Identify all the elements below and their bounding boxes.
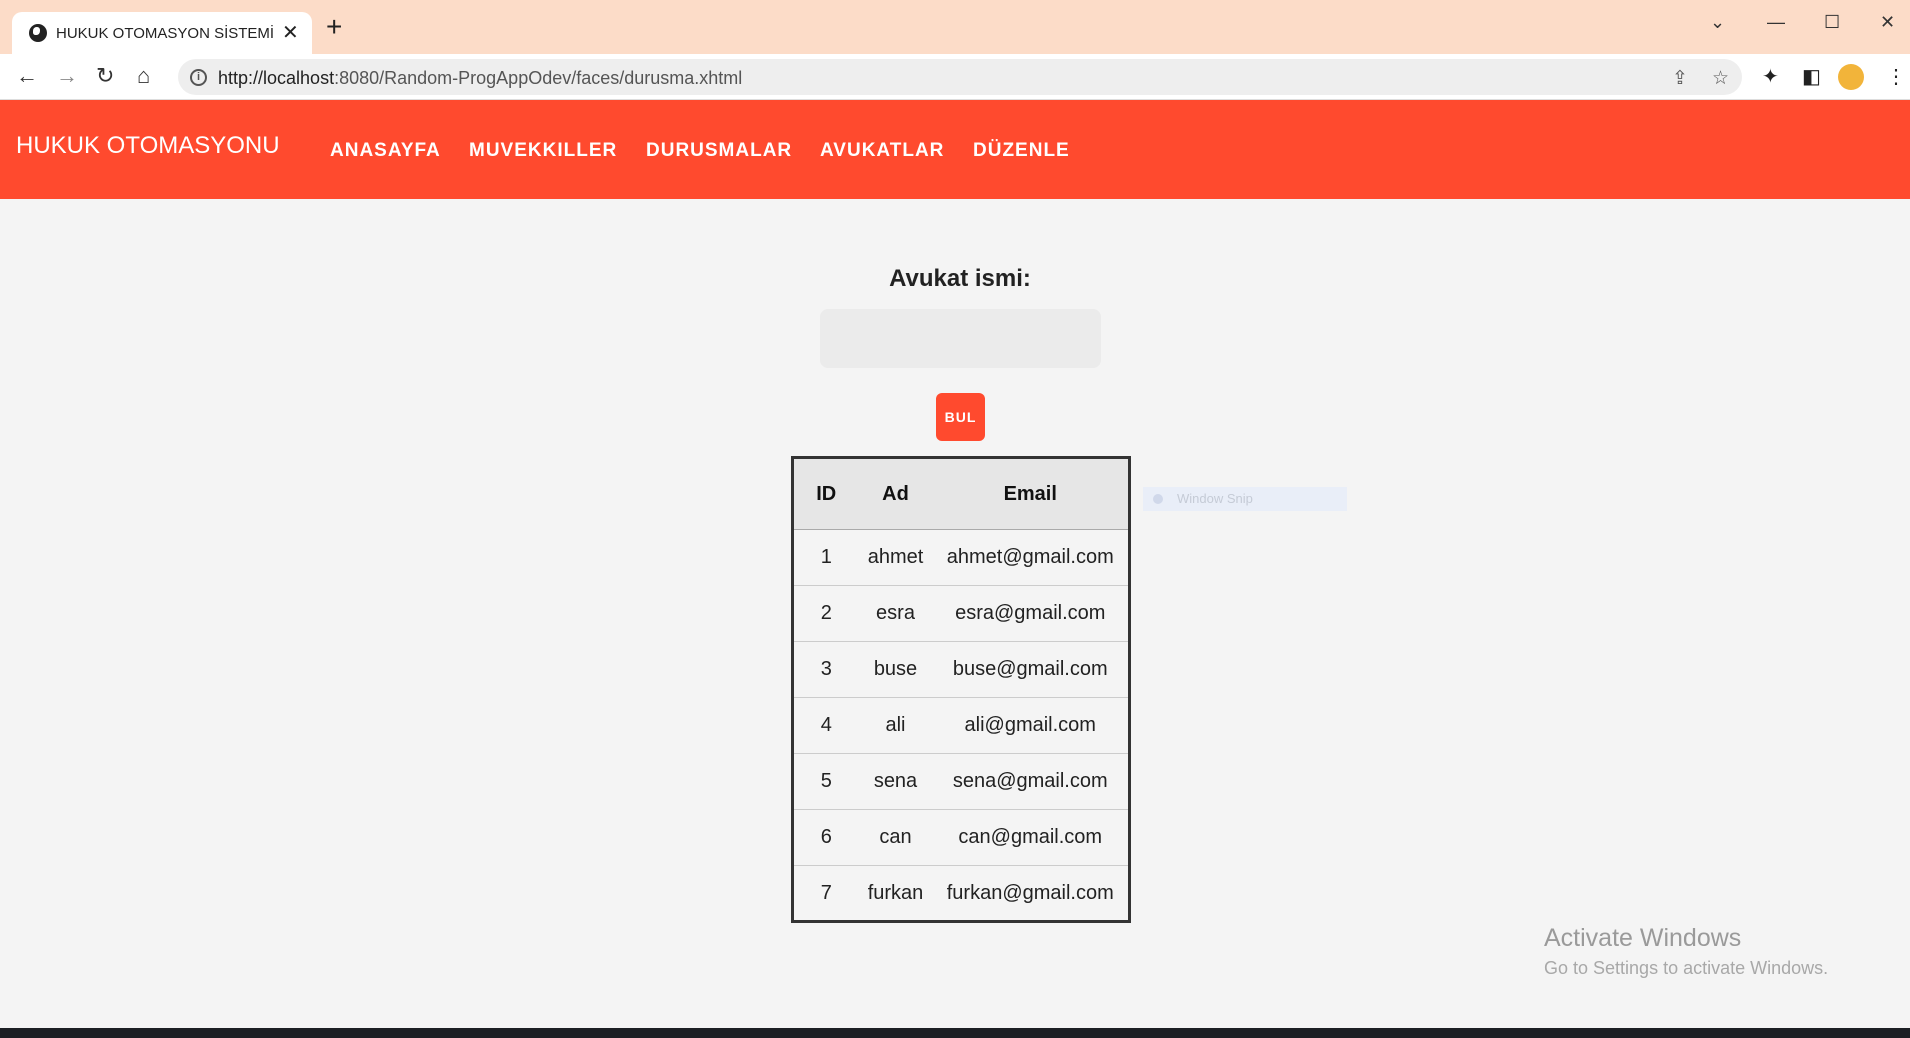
brand-title[interactable]: HUKUK OTOMASYONU	[16, 132, 280, 160]
os-taskbar	[0, 1028, 1910, 1038]
table-row: 5 sena sena@gmail.com	[792, 753, 1130, 810]
minimize-icon[interactable]: —	[1767, 12, 1785, 33]
share-icon[interactable]: ⇪	[1672, 67, 1688, 90]
browser-tab[interactable]: HUKUK OTOMASYON SİSTEMİ ✕	[12, 12, 312, 54]
nav-duzenle[interactable]: DÜZENLE	[973, 140, 1070, 162]
cell-id: 4	[792, 697, 859, 754]
cell-id: 7	[820, 881, 832, 904]
reload-icon[interactable]: ↻	[96, 64, 114, 88]
tab-close-icon[interactable]: ✕	[282, 20, 299, 45]
lawyer-name-input[interactable]	[820, 309, 1101, 368]
window-snip-overlay: Window Snip	[1143, 487, 1347, 511]
sidepanel-icon[interactable]: ◧	[1802, 64, 1821, 89]
nav-muvekkiller[interactable]: MUVEKKILLER	[469, 140, 617, 162]
find-button[interactable]: BUL	[936, 393, 985, 441]
table-row: 7 furkan furkan@gmail.com	[793, 866, 1130, 922]
globe-icon	[29, 24, 47, 42]
star-icon[interactable]: ☆	[1712, 67, 1729, 90]
window-close-icon[interactable]: ✕	[1880, 12, 1895, 33]
tab-strip: HUKUK OTOMASYON SİSTEMİ ✕ + ⌄ — ☐ ✕	[0, 0, 1910, 54]
table-header-row: ID Ad Email	[792, 457, 1130, 530]
menu-icon[interactable]: ⋮	[1886, 64, 1906, 89]
cell-ad: furkan	[867, 881, 924, 904]
browser-toolbar: ← → ↻ ⌂ i http://localhost:8080/Random-P…	[0, 54, 1910, 100]
table-row: 6 can can@gmail.com	[792, 809, 1130, 866]
cell-ad: ali	[858, 697, 933, 754]
cell-ad: ahmet	[858, 529, 933, 586]
cell-id: 6	[792, 809, 859, 866]
lawyer-table: ID Ad Email 1 ahmet ahmet@gmail.com 2 es…	[791, 456, 1131, 923]
cell-id: 1	[792, 529, 859, 586]
cell-id: 3	[792, 641, 859, 698]
snip-label: Window Snip	[1177, 491, 1253, 506]
cell-email: buse@gmail.com	[932, 641, 1130, 698]
column-header-email: Email	[932, 457, 1130, 530]
table-row: 4 ali ali@gmail.com	[792, 697, 1130, 754]
activate-windows-title: Activate Windows	[1544, 924, 1742, 952]
cell-ad: can	[858, 809, 933, 866]
address-bar[interactable]: i http://localhost:8080/Random-ProgAppOd…	[178, 59, 1742, 95]
cell-ad: buse	[858, 641, 933, 698]
app-navbar: HUKUK OTOMASYONU ANASAYFA MUVEKKILLER DU…	[0, 100, 1910, 199]
cell-id: 5	[792, 753, 859, 810]
column-header-id: ID	[792, 457, 859, 530]
cell-email: furkan@gmail.com	[946, 881, 1114, 904]
table-row: 1 ahmet ahmet@gmail.com	[792, 529, 1130, 586]
avatar[interactable]	[1838, 64, 1864, 90]
maximize-icon[interactable]: ☐	[1824, 12, 1840, 33]
table-row: 3 buse buse@gmail.com	[792, 641, 1130, 698]
forward-icon[interactable]: →	[56, 64, 78, 88]
cell-email: ali@gmail.com	[932, 697, 1130, 754]
new-tab-icon[interactable]: +	[326, 13, 342, 41]
nav-durusmalar[interactable]: DURUSMALAR	[646, 140, 792, 162]
tab-title: HUKUK OTOMASYON SİSTEMİ	[56, 25, 275, 42]
cell-id: 2	[792, 585, 859, 642]
table-row: 2 esra esra@gmail.com	[792, 585, 1130, 642]
cell-ad: esra	[858, 585, 933, 642]
back-icon[interactable]: ←	[16, 64, 38, 88]
url-text[interactable]: http://localhost:8080/Random-ProgAppOdev…	[218, 68, 742, 89]
nav-anasayfa[interactable]: ANASAYFA	[330, 140, 441, 162]
cell-email: can@gmail.com	[932, 809, 1130, 866]
chevron-down-icon[interactable]: ⌄	[1710, 12, 1725, 33]
extensions-icon[interactable]: ✦	[1762, 64, 1779, 89]
column-header-ad: Ad	[858, 457, 933, 530]
nav-avukatlar[interactable]: AVUKATLAR	[820, 140, 944, 162]
home-icon[interactable]: ⌂	[137, 64, 150, 88]
cell-email: sena@gmail.com	[932, 753, 1130, 810]
cell-email: ahmet@gmail.com	[932, 529, 1130, 586]
lawyer-name-label: Avukat ismi:	[889, 265, 1031, 292]
info-icon[interactable]: i	[190, 69, 207, 86]
cell-email: esra@gmail.com	[932, 585, 1130, 642]
activate-windows-subtitle: Go to Settings to activate Windows.	[1544, 958, 1829, 978]
cell-ad: sena	[858, 753, 933, 810]
snip-icon	[1153, 494, 1163, 504]
